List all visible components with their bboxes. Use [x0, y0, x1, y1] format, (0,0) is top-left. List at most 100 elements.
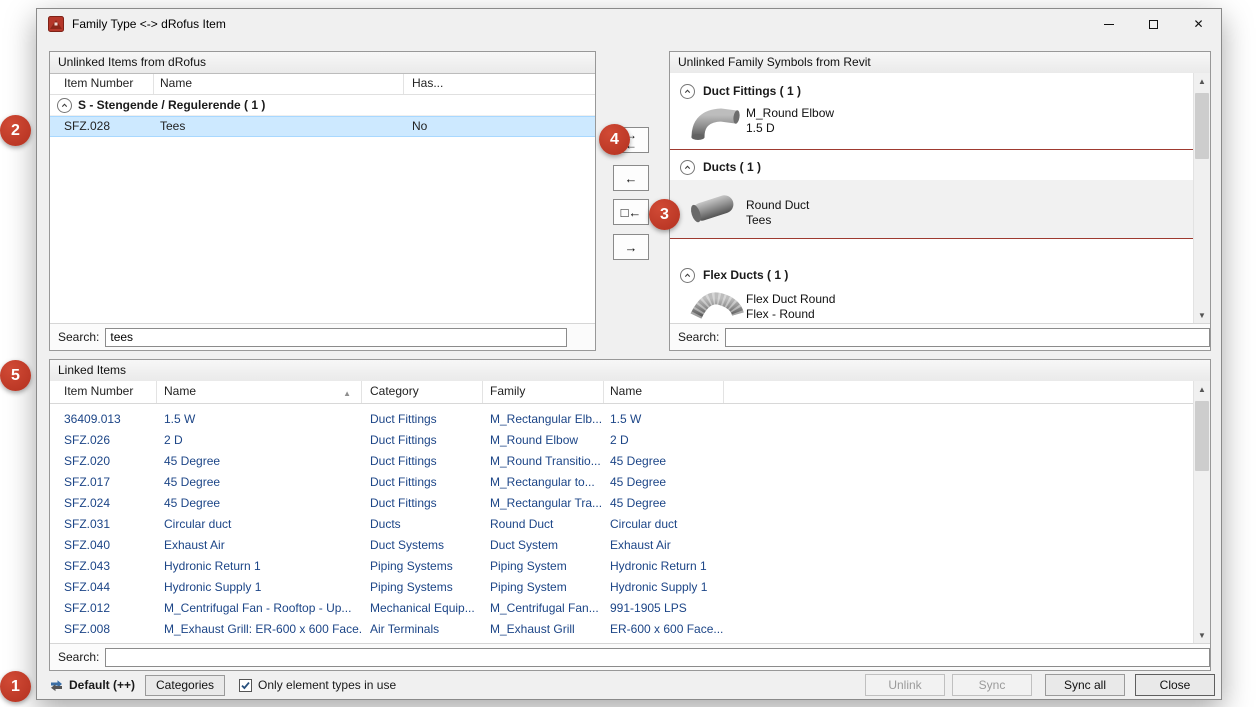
scroll-down-icon[interactable]: ▼: [1194, 627, 1210, 643]
chevron-up-icon: [680, 268, 695, 283]
sync-all-button[interactable]: Sync all: [1045, 674, 1125, 696]
linked-rows: 36409.0131.5 WDuct FittingsM_Rectangular…: [50, 408, 1193, 639]
item-separator: [670, 149, 1193, 150]
revit-search-input[interactable]: [725, 328, 1210, 347]
linked-items-header: Linked Items: [50, 360, 1210, 382]
round-duct-image: [686, 184, 740, 232]
check-icon: [240, 680, 251, 691]
scroll-up-icon[interactable]: ▲: [1194, 381, 1210, 397]
revit-group-label: Ducts ( 1 ): [703, 160, 761, 174]
move-left-button[interactable]: ←: [613, 165, 649, 191]
minimize-button[interactable]: [1086, 9, 1131, 39]
drofus-search-label: Search:: [58, 330, 99, 344]
revit-search-label: Search:: [678, 330, 719, 344]
profile-label: Default (++): [69, 678, 135, 692]
chevron-up-icon: [57, 98, 72, 113]
sync-button: Sync: [952, 674, 1032, 696]
annotation-badge-4: 4: [599, 124, 630, 155]
annotation-badge-5: 5: [0, 360, 31, 391]
revit-search-strip: Search:: [670, 323, 1210, 350]
item-separator: [670, 238, 1193, 239]
unlinked-revit-panel: Unlinked Family Symbols from Revit Duct …: [669, 51, 1211, 351]
unlinked-revit-header: Unlinked Family Symbols from Revit: [670, 52, 1210, 74]
table-row[interactable]: SFZ.02045 DegreeDuct FittingsM_Round Tra…: [50, 450, 1193, 471]
column-header-family[interactable]: Family: [483, 381, 604, 403]
annotation-badge-2: 2: [0, 115, 31, 146]
titlebar[interactable]: Family Type <-> dRofus Item ✕: [37, 9, 1221, 39]
table-row[interactable]: SFZ.040Exhaust AirDuct SystemsDuct Syste…: [50, 534, 1193, 555]
checkbox-label: Only element types in use: [258, 678, 396, 692]
chevron-up-icon: [680, 84, 695, 99]
unlinked-drofus-column-headers: Item Number Name Has...: [50, 74, 595, 95]
table-row[interactable]: SFZ.0262 DDuct FittingsM_Round Elbow2 D: [50, 429, 1193, 450]
column-header-type-name[interactable]: Name: [604, 381, 724, 403]
screen: Family Type <-> dRofus Item ✕ Unlinked I…: [0, 0, 1258, 707]
column-header-category[interactable]: Category: [362, 381, 483, 403]
linked-scrollbar[interactable]: ▲ ▼: [1193, 381, 1210, 643]
minimize-icon: [1104, 24, 1114, 25]
table-row[interactable]: SFZ.044Hydronic Supply 1Piping SystemsPi…: [50, 576, 1193, 597]
close-dialog-button[interactable]: Close: [1135, 674, 1215, 696]
table-row[interactable]: SFZ.043Hydronic Return 1Piping SystemsPi…: [50, 555, 1193, 576]
copy-type-left-button[interactable]: □←: [613, 199, 649, 225]
arrow-left-icon: ←: [625, 171, 638, 186]
annotation-badge-1: 1: [0, 671, 31, 702]
drofus-search-strip: Search:: [50, 323, 595, 350]
revit-group-flex-ducts[interactable]: Flex Ducts ( 1 ): [670, 265, 788, 285]
revit-scrollbar[interactable]: ▲ ▼: [1193, 73, 1210, 323]
unlink-button: Unlink: [865, 674, 945, 696]
scroll-up-icon[interactable]: ▲: [1194, 73, 1210, 89]
maximize-button[interactable]: [1131, 9, 1176, 39]
footer-bar: Default (++) Categories Only element typ…: [49, 672, 1215, 698]
linked-column-headers: Item Number Name ▲ Category Family Name: [50, 381, 1193, 404]
drofus-group-row[interactable]: S - Stengende / Regulerende ( 1 ): [50, 95, 595, 116]
linked-search-strip: Search:: [50, 643, 1210, 670]
drofus-item-row-selected[interactable]: SFZ.028 Tees No: [50, 116, 595, 137]
close-button[interactable]: ✕: [1176, 9, 1221, 39]
cell-item-number: SFZ.028: [50, 117, 154, 136]
column-header-item-number[interactable]: Item Number: [50, 74, 154, 94]
duct-elbow-image: [690, 106, 744, 142]
table-row[interactable]: SFZ.012M_Centrifugal Fan - Rooftop - Up.…: [50, 597, 1193, 618]
scrollbar-thumb[interactable]: [1195, 93, 1209, 159]
linked-items-panel: Linked Items Item Number Name ▲ Category…: [49, 359, 1211, 671]
app-icon: [48, 16, 64, 32]
close-icon: ✕: [1193, 17, 1203, 31]
drofus-search-input[interactable]: [105, 328, 567, 347]
table-row[interactable]: SFZ.02445 DegreeDuct FittingsM_Rectangul…: [50, 492, 1193, 513]
scrollbar-thumb[interactable]: [1195, 401, 1209, 471]
window-controls: ✕: [1086, 9, 1221, 39]
window-title: Family Type <-> dRofus Item: [72, 17, 226, 31]
unlinked-drofus-header: Unlinked Items from dRofus: [50, 52, 595, 74]
revit-group-label: Flex Ducts ( 1 ): [703, 268, 788, 282]
sort-ascending-icon: ▲: [343, 383, 351, 403]
table-row[interactable]: SFZ.01745 DegreeDuct FittingsM_Rectangul…: [50, 471, 1193, 492]
linked-search-label: Search:: [58, 650, 99, 664]
column-header-filler: [724, 381, 1193, 403]
table-row[interactable]: SFZ.031Circular ductDuctsRound DuctCircu…: [50, 513, 1193, 534]
only-element-types-checkbox[interactable]: [239, 679, 252, 692]
column-header-name-sorted[interactable]: Name ▲: [157, 381, 362, 403]
table-row[interactable]: SFZ.008M_Exhaust Grill: ER-600 x 600 Fac…: [50, 618, 1193, 639]
table-row[interactable]: 36409.0131.5 WDuct FittingsM_Rectangular…: [50, 408, 1193, 429]
drofus-group-label: S - Stengende / Regulerende ( 1 ): [78, 98, 265, 112]
chevron-up-icon: [680, 160, 695, 175]
column-header-has[interactable]: Has...: [404, 74, 595, 94]
linked-search-input[interactable]: [105, 648, 1210, 667]
categories-button[interactable]: Categories: [145, 675, 225, 696]
cell-has: No: [404, 117, 595, 136]
move-right-button[interactable]: →: [613, 234, 649, 260]
mapping-profile-icon: [49, 678, 64, 693]
annotation-badge-3: 3: [649, 199, 680, 230]
revit-symbols-list: Duct Fittings ( 1 ) M_Round Elbow 1.5 D: [670, 73, 1210, 323]
column-header-name[interactable]: Name: [154, 74, 404, 94]
flex-duct-image: [690, 289, 744, 323]
scroll-down-icon[interactable]: ▼: [1194, 307, 1210, 323]
box-arrow-left-icon: □←: [621, 205, 642, 220]
column-header-item-number[interactable]: Item Number: [50, 381, 157, 403]
arrow-right-icon: →: [625, 240, 638, 255]
revit-group-duct-fittings[interactable]: Duct Fittings ( 1 ): [670, 81, 801, 101]
family-type-drofus-dialog: Family Type <-> dRofus Item ✕ Unlinked I…: [36, 8, 1222, 700]
revit-group-ducts[interactable]: Ducts ( 1 ): [670, 157, 761, 177]
revit-group-label: Duct Fittings ( 1 ): [703, 84, 801, 98]
